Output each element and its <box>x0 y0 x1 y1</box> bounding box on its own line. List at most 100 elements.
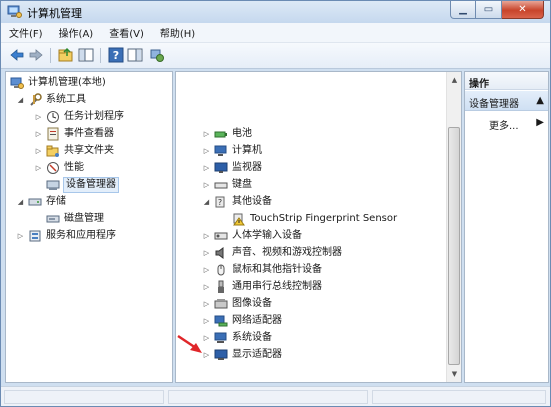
collapsed-arrow-icon[interactable]: ▷ <box>34 113 43 121</box>
warning-device-icon <box>233 213 245 226</box>
expanded-arrow-icon[interactable]: ◢ <box>16 96 25 104</box>
performance-icon <box>47 162 59 174</box>
menu-file[interactable]: 文件(F) <box>7 24 45 41</box>
device-category-other-devices[interactable]: ◢ ? 其他设备 <box>202 194 272 210</box>
tree-item-event-viewer[interactable]: ▷ 事件查看器 <box>34 126 114 142</box>
tree-item-storage[interactable]: ◢ 存储 <box>16 194 66 210</box>
tree-item-label: 存储 <box>46 196 66 207</box>
maximize-button[interactable]: ▭ <box>476 1 502 19</box>
collapsed-arrow-icon[interactable]: ▷ <box>202 232 211 240</box>
show-tree-icon[interactable] <box>78 47 94 63</box>
tree-item-label: 计算机管理(本地) <box>28 77 106 88</box>
tree-item-system-tools[interactable]: ◢ 系统工具 <box>16 92 86 108</box>
device-category-label: 人体学输入设备 <box>232 230 302 241</box>
collapsed-arrow-icon[interactable]: ▷ <box>34 147 43 155</box>
close-icon: ✕ <box>518 4 527 15</box>
menu-view[interactable]: 查看(V) <box>107 24 146 41</box>
tree-item-label: 磁盘管理 <box>64 213 104 224</box>
refresh-icon[interactable] <box>149 47 165 63</box>
device-category-label: 鼠标和其他指针设备 <box>232 264 322 275</box>
toolbar-separator <box>50 48 51 63</box>
actions-section-label: 设备管理器 <box>469 99 519 110</box>
disk-icon <box>46 215 60 223</box>
collapsed-arrow-icon[interactable]: ▷ <box>202 164 211 172</box>
properties-icon[interactable] <box>127 47 143 63</box>
collapsed-arrow-icon[interactable]: ▷ <box>34 164 43 172</box>
device-category-monitors[interactable]: ▷ 监视器 <box>202 160 262 176</box>
collapsed-arrow-icon[interactable]: ▷ <box>202 300 211 308</box>
device-category-usb[interactable]: ▷ 通用串行总线控制器 <box>202 279 322 295</box>
tree-item-performance[interactable]: ▷ 性能 <box>34 160 84 176</box>
network-icon <box>214 315 228 327</box>
device-category-battery[interactable]: ▷ 电池 <box>202 126 252 142</box>
device-touchstrip-fingerprint-sensor[interactable]: TouchStrip Fingerprint Sensor <box>232 211 397 227</box>
menu-bar: 文件(F) 操作(A) 查看(V) 帮助(H) <box>1 23 550 43</box>
device-category-imaging[interactable]: ▷ 图像设备 <box>202 296 272 312</box>
collapsed-arrow-icon[interactable]: ▷ <box>202 147 211 155</box>
tools-icon <box>30 93 42 106</box>
collapsed-arrow-icon[interactable]: ▷ <box>16 232 25 240</box>
tree-item-task-scheduler[interactable]: ▷ 任务计划程序 <box>34 109 124 125</box>
device-category-system-devices[interactable]: ▷ 系统设备 <box>202 330 272 346</box>
collapsed-arrow-icon[interactable]: ▷ <box>202 249 211 257</box>
device-category-computer[interactable]: ▷ 计算机 <box>202 143 262 159</box>
svg-text:?: ? <box>113 49 119 62</box>
computer-icon <box>214 145 227 156</box>
collapsed-arrow-icon[interactable]: ▷ <box>202 130 211 138</box>
menu-action[interactable]: 操作(A) <box>57 24 96 41</box>
minimize-button[interactable]: ▁ <box>450 1 476 19</box>
hid-icon <box>214 232 228 240</box>
other-devices-icon: ? <box>215 196 225 208</box>
status-cell <box>4 390 164 404</box>
tree-item-label: 性能 <box>64 162 84 173</box>
device-category-mice[interactable]: ▷ 鼠标和其他指针设备 <box>202 262 322 278</box>
window-title: 计算机管理 <box>27 7 82 20</box>
device-category-sound[interactable]: ▷ 声音、视频和游戏控制器 <box>202 245 342 261</box>
device-category-network-adapters[interactable]: ▷ 网络适配器 <box>202 313 282 329</box>
mouse-icon <box>217 264 225 276</box>
more-actions-link[interactable]: 更多... ▶ <box>465 115 548 132</box>
collapse-up-icon: ▲ <box>536 95 544 106</box>
tree-item-device-manager[interactable]: 设备管理器 <box>46 177 119 193</box>
actions-pane: 操作 设备管理器 ▲ 更多... ▶ <box>464 71 549 383</box>
usb-icon <box>218 280 224 293</box>
actions-section-device-manager[interactable]: 设备管理器 ▲ <box>465 91 548 111</box>
device-category-display-adapters[interactable]: ▷ 显示适配器 <box>202 347 282 363</box>
expanded-arrow-icon[interactable]: ◢ <box>202 198 211 206</box>
tree-item-disk-management[interactable]: 磁盘管理 <box>46 211 104 227</box>
status-bar <box>1 386 550 406</box>
tree-item-label: 服务和应用程序 <box>46 230 116 241</box>
collapsed-arrow-icon[interactable]: ▷ <box>202 317 211 325</box>
collapsed-arrow-icon[interactable]: ▷ <box>202 266 211 274</box>
tree-item-services-and-apps[interactable]: ▷ 服务和应用程序 <box>16 228 116 244</box>
device-category-label: 通用串行总线控制器 <box>232 281 322 292</box>
scroll-up-icon[interactable]: ▲ <box>448 73 461 87</box>
monitor-icon <box>214 162 228 173</box>
collapsed-arrow-icon[interactable]: ▷ <box>202 283 211 291</box>
forward-icon[interactable] <box>28 47 44 63</box>
collapsed-arrow-icon[interactable]: ▷ <box>202 181 211 189</box>
back-icon[interactable] <box>9 47 25 63</box>
up-folder-icon[interactable] <box>58 47 74 63</box>
collapsed-arrow-icon[interactable]: ▷ <box>34 130 43 138</box>
computer-management-icon <box>10 77 24 89</box>
close-button[interactable]: ✕ <box>502 1 544 19</box>
tree-item-shared-folders[interactable]: ▷ 共享文件夹 <box>34 143 114 159</box>
scroll-down-icon[interactable]: ▼ <box>448 367 461 381</box>
battery-icon <box>214 131 227 138</box>
window-controls: ▁ ▭ ✕ <box>450 1 544 19</box>
device-category-label: 监视器 <box>232 162 262 173</box>
device-category-label: 系统设备 <box>232 332 272 343</box>
storage-icon <box>28 198 42 206</box>
scrollbar-thumb[interactable] <box>448 127 460 365</box>
device-category-keyboards[interactable]: ▷ 键盘 <box>202 177 252 193</box>
services-icon <box>29 230 41 242</box>
computer-management-window: 计算机管理 ▁ ▭ ✕ 文件(F) 操作(A) 查看(V) 帮助(H) ? 计算… <box>0 0 551 407</box>
expanded-arrow-icon[interactable]: ◢ <box>16 198 25 206</box>
tree-item-computer-management[interactable]: 计算机管理(本地) <box>10 75 106 91</box>
device-category-hid[interactable]: ▷ 人体学输入设备 <box>202 228 302 244</box>
help-icon[interactable]: ? <box>108 47 124 63</box>
title-bar: 计算机管理 ▁ ▭ ✕ <box>1 1 550 23</box>
menu-help[interactable]: 帮助(H) <box>158 24 197 41</box>
vertical-scrollbar[interactable]: ▲ ▼ <box>446 72 461 382</box>
